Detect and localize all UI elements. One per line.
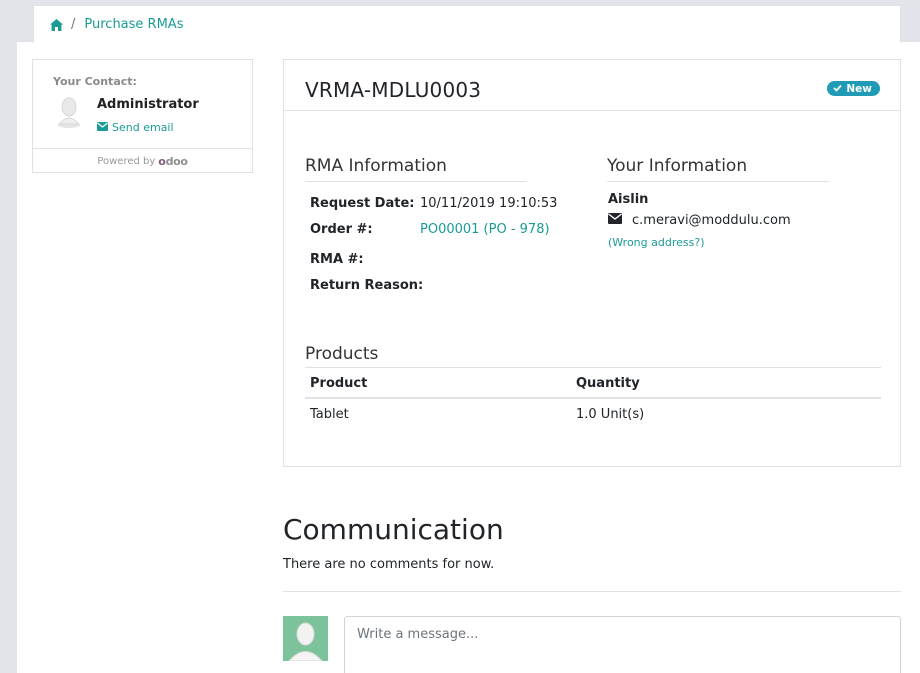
request-date-label: Request Date:	[310, 196, 415, 211]
user-avatar	[283, 616, 328, 661]
products-header-row: Product Quantity	[305, 367, 881, 399]
send-email-label: Send email	[112, 121, 174, 134]
rma-number-label: RMA #:	[310, 252, 364, 267]
request-date-value: 10/11/2019 19:10:53	[420, 196, 558, 211]
no-comments-text: There are no comments for now.	[283, 557, 495, 572]
order-label: Order #:	[310, 222, 373, 237]
envelope-icon	[608, 213, 622, 228]
send-email-link[interactable]: Send email	[97, 121, 174, 134]
customer-email-row: c.meravi@moddulu.com	[608, 213, 791, 228]
table-row: Tablet 1.0 Unit(s)	[305, 398, 881, 430]
products-title: Products	[305, 344, 379, 364]
powered-by: Powered by odoo	[33, 148, 252, 173]
status-badge: New	[827, 81, 880, 96]
powered-by-label: Powered by	[97, 155, 156, 167]
customer-email: c.meravi@moddulu.com	[632, 213, 791, 228]
contact-avatar	[53, 94, 85, 128]
quantity-cell: 1.0 Unit(s)	[576, 407, 645, 422]
check-icon	[833, 83, 843, 95]
column-header-quantity: Quantity	[571, 367, 881, 399]
wrong-address-link[interactable]: (Wrong address?)	[608, 236, 704, 249]
rma-title: VRMA-MDLU0003	[305, 78, 482, 102]
status-label: New	[846, 82, 872, 95]
envelope-icon	[97, 121, 108, 134]
divider	[283, 591, 901, 592]
return-reason-label: Return Reason:	[310, 278, 424, 293]
product-cell: Tablet	[310, 407, 349, 422]
communication-title: Communication	[283, 513, 504, 546]
contact-label: Your Contact:	[53, 75, 137, 88]
contact-name: Administrator	[97, 97, 199, 112]
breadcrumb: / Purchase RMAs	[33, 5, 901, 43]
breadcrumb-separator: /	[71, 17, 76, 32]
order-link[interactable]: PO00001 (PO - 978)	[420, 222, 550, 237]
your-information-title: Your Information	[607, 156, 829, 182]
message-input[interactable]: Write a message...	[344, 616, 901, 673]
products-table: Product Quantity Tablet 1.0 Unit(s)	[305, 367, 881, 430]
odoo-logo[interactable]: odoo	[158, 155, 188, 168]
home-icon[interactable]	[50, 18, 63, 31]
customer-name: Aislin	[608, 192, 649, 207]
rma-card: VRMA-MDLU0003 New RMA Information Your I…	[283, 59, 901, 467]
rma-card-header: VRMA-MDLU0003 New	[284, 60, 900, 111]
breadcrumb-purchase-rmas[interactable]: Purchase RMAs	[84, 17, 183, 32]
column-header-product: Product	[305, 367, 571, 399]
contact-card: Your Contact: Administrator Send email P…	[32, 59, 253, 173]
rma-information-title: RMA Information	[305, 156, 527, 182]
